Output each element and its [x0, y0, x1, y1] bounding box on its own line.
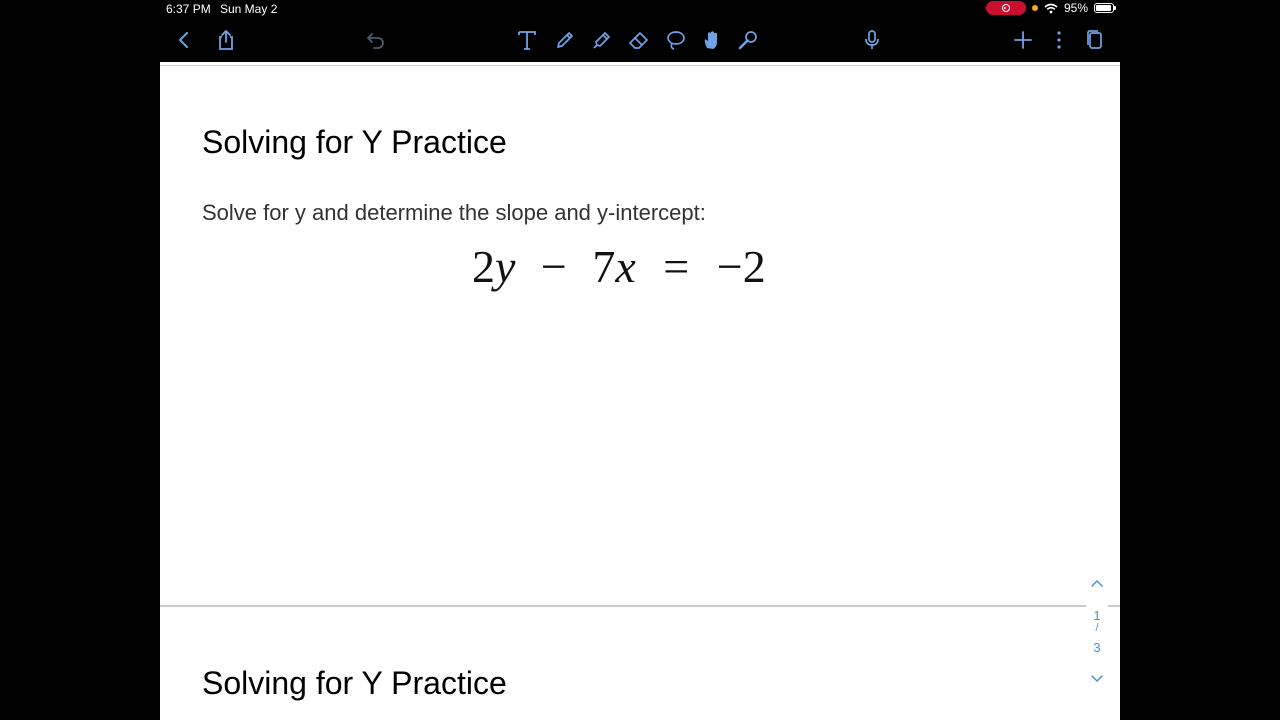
equation: 2y − 7x = −2: [472, 240, 766, 293]
hand-tool-button[interactable]: [698, 26, 726, 54]
equation-coef-x: 7: [592, 241, 616, 292]
pen-tool-icon: [557, 32, 573, 48]
eraser-tool-button[interactable]: [625, 26, 653, 54]
status-date: Sun May 2: [220, 2, 278, 16]
equation-coef-y: 2: [472, 241, 495, 292]
eraser-tool-icon: [629, 32, 648, 49]
battery-percent: 95%: [1063, 1, 1088, 15]
equation-equals: =: [663, 241, 690, 292]
problem-prompt: Solve for y and determine the slope and …: [202, 200, 706, 225]
laser-pointer-button[interactable]: [734, 26, 762, 54]
laser-pointer-icon: [738, 31, 757, 50]
current-page-number: 1: [1093, 608, 1101, 623]
document-canvas[interactable]: Solving for Y Practice Solve for y and d…: [160, 62, 1120, 720]
toolbar: [160, 20, 1120, 60]
undo-icon: [366, 33, 384, 49]
status-time: 6:37 PM: [166, 2, 211, 16]
total-page-count: 3: [1093, 640, 1101, 655]
page-title: Solving for Y Practice: [202, 124, 507, 160]
add-icon: [1014, 31, 1032, 49]
page-top-divider: [160, 65, 1120, 66]
back-button[interactable]: [170, 26, 198, 54]
pen-tool-button[interactable]: [551, 26, 579, 54]
page-navigator: 1 / 3: [1086, 574, 1108, 690]
chevron-down-icon[interactable]: [1089, 670, 1105, 686]
mic-in-use-dot: [1031, 5, 1038, 11]
highlighter-tool-button[interactable]: [588, 26, 616, 54]
text-tool-button[interactable]: [513, 26, 541, 54]
highlighter-tool-icon: [593, 32, 610, 49]
add-button[interactable]: [1009, 26, 1037, 54]
hand-tool-icon: [704, 31, 717, 49]
equation-rhs: −2: [716, 241, 766, 292]
battery-icon: [1094, 3, 1116, 13]
equation-minus: −: [540, 241, 567, 292]
back-icon: [178, 32, 188, 48]
text-tool-icon: [518, 31, 536, 50]
share-icon: [219, 29, 233, 50]
page-separator: [160, 605, 1120, 607]
wifi-icon: [1044, 3, 1058, 13]
lasso-tool-button[interactable]: [662, 26, 690, 54]
pages-icon: [1087, 30, 1102, 49]
more-icon: [1057, 31, 1061, 49]
page-number-separator: /: [1095, 622, 1099, 634]
share-button[interactable]: [212, 26, 240, 54]
lasso-tool-icon: [667, 31, 685, 50]
more-button[interactable]: [1045, 26, 1073, 54]
pages-button[interactable]: [1080, 26, 1108, 54]
microphone-button[interactable]: [858, 26, 886, 54]
microphone-icon: [865, 30, 879, 49]
status-bar: 6:37 PM Sun May 2 95%: [0, 0, 1280, 18]
page-2-title: Solving for Y Practice: [202, 665, 507, 701]
record-icon: [1001, 4, 1010, 12]
status-indicators: 95%: [985, 1, 1116, 15]
battery-level: [1096, 5, 1112, 11]
screen-recording-indicator[interactable]: [985, 1, 1026, 15]
undo-button[interactable]: [362, 26, 390, 54]
equation-var-y: y: [495, 241, 516, 292]
chevron-up-icon[interactable]: [1089, 576, 1105, 592]
equation-var-x: x: [615, 241, 636, 292]
